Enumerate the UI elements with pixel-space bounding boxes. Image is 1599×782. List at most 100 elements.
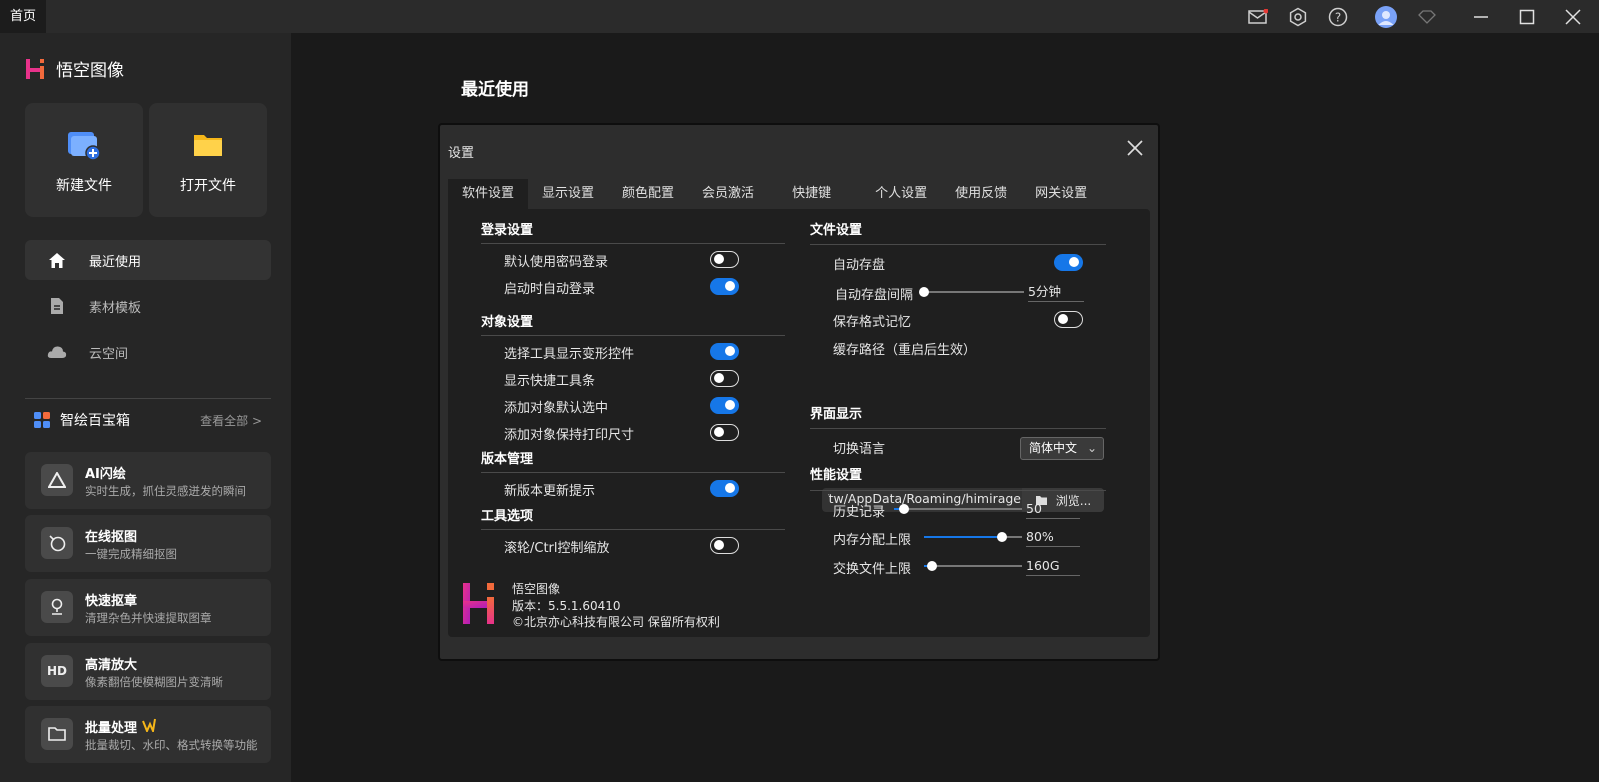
stamp-icon: [41, 591, 73, 623]
setting-label: 默认使用密码登录: [504, 255, 609, 270]
about-copyright: ©北京亦心科技有限公司 保留所有权利: [512, 615, 720, 629]
setting-label: 自动存盘间隔: [835, 288, 914, 303]
toolbox-header: 智绘百宝箱 查看全部 >: [34, 410, 262, 430]
setting-label: 内存分配上限: [833, 533, 912, 548]
tool-title: 批量处理: [85, 721, 138, 736]
section-object: 对象设置: [481, 315, 534, 330]
avatar[interactable]: [1375, 6, 1397, 28]
chevron-down-icon: ⌄: [1086, 441, 1097, 455]
nav-templates[interactable]: 素材模板: [25, 286, 271, 326]
cutout-icon: [41, 527, 73, 559]
section-divider: [810, 490, 1106, 491]
toggle-transform-controls[interactable]: [710, 343, 739, 360]
toggle-wheel-zoom[interactable]: [710, 537, 739, 554]
section-divider: [481, 529, 785, 530]
tool-card-stamp[interactable]: 快速抠章 清理杂色并快速提取图章: [25, 579, 271, 636]
setting-label: 交换文件上限: [833, 562, 912, 577]
tab-gateway[interactable]: 网关设置: [1021, 179, 1101, 209]
folder-icon: [41, 718, 73, 750]
vip-badge-icon: [142, 718, 156, 732]
tool-card-batch[interactable]: 批量处理 批量裁切、水印、格式转换等功能: [25, 706, 271, 763]
toggle-password-login[interactable]: [710, 251, 739, 268]
tab-membership[interactable]: 会员激活: [688, 179, 768, 209]
open-file-label: 打开文件: [180, 178, 236, 194]
tab-shortcuts[interactable]: 快捷键: [768, 179, 855, 209]
section-login: 登录设置: [481, 223, 534, 238]
tool-card-ai-draw[interactable]: AI闪绘 实时生成，抓住灵感迸发的瞬间: [25, 452, 271, 509]
cloud-icon: [47, 345, 67, 359]
ai-draw-icon: [41, 464, 73, 496]
setting-label: 滚轮/Ctrl控制缩放: [504, 541, 610, 556]
home-tab[interactable]: 首页: [0, 0, 46, 33]
setting-label: 缓存路径（重启后生效）: [833, 343, 977, 358]
section-performance: 性能设置: [810, 468, 863, 483]
nav-cloud-label: 云空间: [89, 346, 129, 362]
sidebar: 悟空图像 新建文件 打开文件 最近使用 素材模板 云空间 智绘百宝箱 查看全部 …: [0, 33, 291, 782]
language-value: 简体中文: [1029, 441, 1078, 455]
section-file: 文件设置: [810, 223, 863, 238]
tool-desc: 一键完成精细抠图: [85, 547, 177, 561]
nav-cloud[interactable]: 云空间: [25, 332, 271, 372]
slider-memory[interactable]: [924, 532, 1022, 542]
tab-software[interactable]: 软件设置: [448, 179, 529, 209]
setting-label: 切换语言: [833, 442, 886, 457]
open-file-button[interactable]: 打开文件: [149, 103, 267, 217]
tool-desc: 实时生成，抓住灵感迸发的瞬间: [85, 484, 246, 498]
tool-desc: 批量裁切、水印、格式转换等功能: [85, 738, 258, 752]
tab-display[interactable]: 显示设置: [528, 179, 608, 209]
history-value[interactable]: 50: [1026, 500, 1080, 519]
nav-recent-label: 最近使用: [89, 254, 142, 270]
tab-personal[interactable]: 个人设置: [855, 179, 941, 209]
setting-label: 历史记录: [833, 505, 886, 520]
toggle-update-notice[interactable]: [710, 480, 739, 497]
tab-feedback[interactable]: 使用反馈: [941, 179, 1021, 209]
brand-logo-large: [463, 583, 494, 624]
memory-value[interactable]: 80%: [1026, 528, 1080, 547]
dialog-title: 设置: [448, 146, 475, 161]
slider-autosave-interval[interactable]: [919, 287, 1024, 297]
setting-label: 自动存盘: [833, 258, 886, 273]
mail-icon[interactable]: [1247, 6, 1269, 28]
tool-card-hd-upscale[interactable]: HD 高清放大 像素翻倍使模糊图片变清晰: [25, 643, 271, 700]
swap-value[interactable]: 160G: [1026, 557, 1080, 576]
slider-swap[interactable]: [924, 561, 1022, 571]
section-version: 版本管理: [481, 452, 534, 467]
settings-tabs: 软件设置 显示设置 颜色配置 会员激活 快捷键 个人设置 使用反馈 网关设置: [448, 179, 1101, 209]
diamond-icon[interactable]: [1416, 6, 1438, 28]
section-tools: 工具选项: [481, 509, 534, 524]
new-file-button[interactable]: 新建文件: [25, 103, 143, 217]
toggle-quick-toolbar[interactable]: [710, 370, 739, 387]
about-app-name: 悟空图像: [512, 582, 561, 596]
open-folder-icon: [194, 135, 222, 156]
app-logo: 悟空图像: [26, 56, 124, 81]
tab-color[interactable]: 颜色配置: [608, 179, 688, 209]
nav-recent[interactable]: 最近使用: [25, 240, 271, 280]
close-window-icon[interactable]: [1562, 6, 1584, 28]
setting-label: 新版本更新提示: [504, 484, 596, 499]
minimize-icon[interactable]: [1470, 6, 1492, 28]
help-icon[interactable]: ?: [1327, 6, 1349, 28]
setting-label: 添加对象保持打印尺寸: [504, 428, 635, 443]
slider-history[interactable]: [894, 504, 1022, 514]
section-divider: [481, 472, 785, 473]
settings-icon[interactable]: [1287, 6, 1309, 28]
tool-card-cutout[interactable]: 在线抠图 一键完成精细抠图: [25, 515, 271, 572]
toggle-autosave[interactable]: [1054, 254, 1083, 271]
tool-title: AI闪绘: [85, 467, 126, 482]
home-icon: [47, 252, 67, 269]
toggle-auto-login[interactable]: [710, 278, 739, 295]
settings-panel: 登录设置 默认使用密码登录 启动时自动登录 对象设置 选择工具显示变形控件 显示…: [448, 209, 1150, 637]
language-select[interactable]: 简体中文 ⌄: [1020, 437, 1104, 460]
maximize-icon[interactable]: [1516, 6, 1538, 28]
close-icon[interactable]: [1124, 137, 1146, 159]
toggle-keep-print-size[interactable]: [710, 424, 739, 441]
toggle-format-memory[interactable]: [1054, 311, 1083, 328]
settings-dialog: 设置 软件设置 显示设置 颜色配置 会员激活 快捷键 个人设置 使用反馈 网关设…: [438, 123, 1160, 661]
autosave-interval-value[interactable]: 5分钟: [1028, 283, 1084, 302]
tool-title: 高清放大: [85, 658, 138, 673]
toggle-default-select[interactable]: [710, 397, 739, 414]
document-icon: [47, 297, 67, 315]
sidebar-divider: [25, 398, 271, 399]
brand-logo-icon: [26, 58, 44, 79]
toolbox-view-all-link[interactable]: 查看全部 >: [200, 412, 262, 429]
